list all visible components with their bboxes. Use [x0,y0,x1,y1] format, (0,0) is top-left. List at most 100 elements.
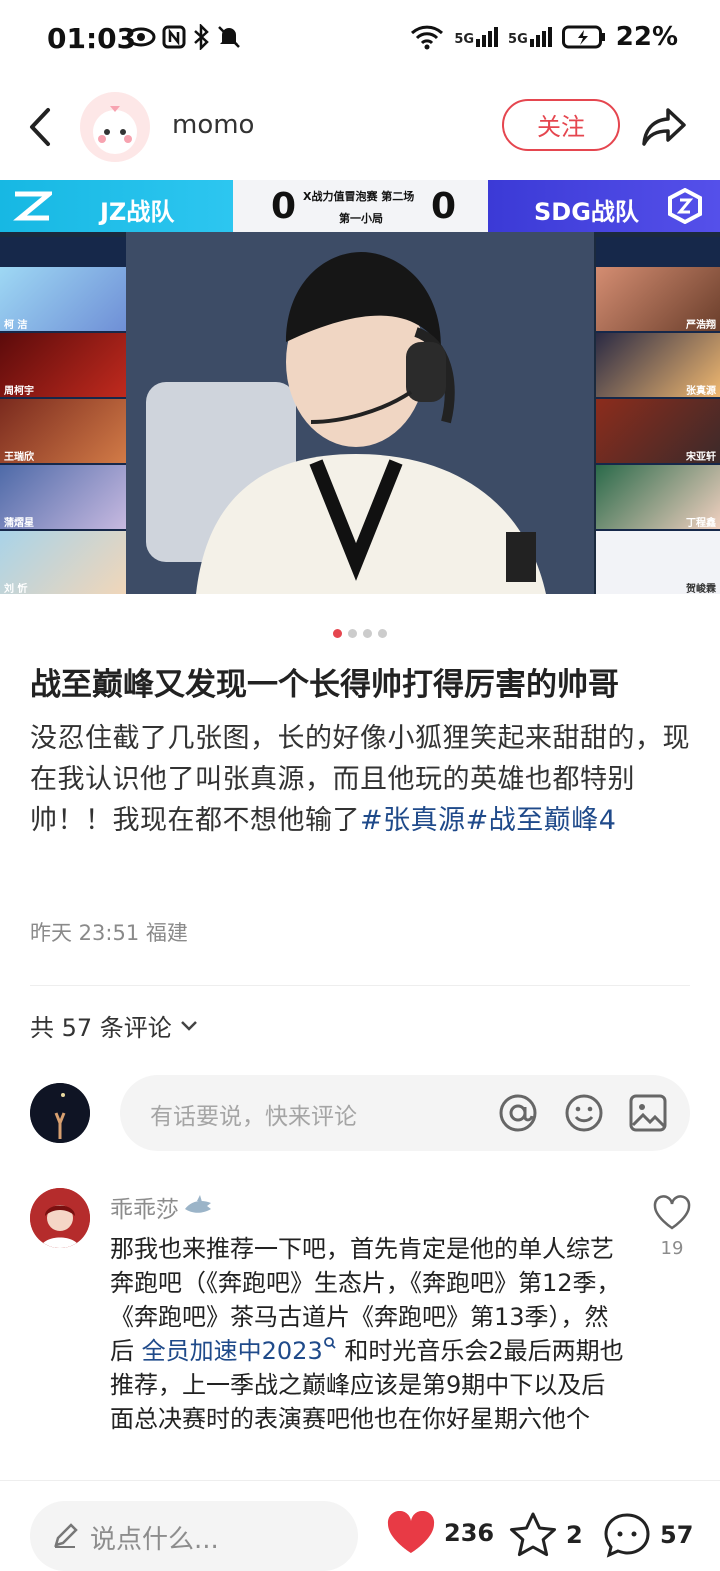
match-score-bar: JZ战队 0 X战力值冒泡赛 第二场 第一小局 0 SDG战队 [0,180,720,232]
sdg-logo-icon [668,188,702,224]
score-center: 0 X战力值冒泡赛 第二场 第一小局 0 [233,180,488,232]
player-name: 刘 忻 [4,584,28,594]
post-title: 战至巅峰又发现一个长得帅打得厉害的帅哥 [30,667,619,703]
left-team-name: JZ战队 [100,198,175,226]
share-icon[interactable] [640,104,688,150]
right-score: 0 [431,186,457,227]
comment-count-toggle[interactable]: 共 57 条评论 [30,1008,198,1043]
match-round: 第一小局 [339,212,383,225]
back-arrow-icon[interactable] [22,104,58,150]
comment-input[interactable]: 有话要说，快来评论 [120,1075,690,1151]
carousel-dot[interactable] [378,629,387,638]
player-name: 张真源 [686,386,716,397]
post-meta: 昨天 23:51 福建 [30,921,188,945]
bottom-comment-input[interactable]: 说点什么... [30,1501,358,1571]
hero-card: 王瑞欣 [0,399,126,463]
post-header: momo 关注 [0,82,720,172]
eye-icon [126,27,156,47]
player-name: 王瑞欣 [4,452,34,463]
commenter-avatar[interactable] [30,1188,90,1248]
comment-text: 那我也来推荐一下吧，首先肯定是他的单人综艺奔跑吧（《奔跑吧》生态片，《奔跑吧》第… [110,1232,626,1482]
image-icon[interactable] [628,1093,668,1133]
hero-card: 丁程鑫 [596,465,720,529]
signal-label: 5G [508,32,528,47]
signal-label: 5G [454,32,475,47]
at-mention-icon[interactable] [498,1093,538,1133]
divider [30,985,690,986]
collect-button[interactable]: 2 [508,1511,583,1559]
comment-bubble-icon [604,1513,650,1558]
comment-total: 57 [660,1521,694,1549]
emoji-icon[interactable] [564,1093,604,1133]
bottom-input-placeholder: 说点什么... [90,1525,219,1555]
collect-count: 2 [566,1521,583,1549]
hero-card: 柯 洁 [0,267,126,331]
match-title: X战力值冒泡赛 第二场 [303,190,415,203]
carousel-dot[interactable] [333,629,342,638]
status-icons-right: 5G 5G 22% [410,22,678,52]
my-avatar[interactable] [30,1083,90,1143]
heart-outline-icon[interactable] [652,1195,692,1231]
chevron-down-icon [180,1020,197,1031]
hero-card: 贺峻霖 [596,531,720,594]
author-name[interactable]: momo [172,110,254,140]
author-avatar[interactable] [80,92,150,162]
player-name: 蒲熠星 [4,518,34,529]
post-image[interactable]: JZ战队 0 X战力值冒泡赛 第二场 第一小局 0 SDG战队 柯 洁 周柯宇 … [0,180,720,594]
status-icons-left [126,24,242,50]
hashtag[interactable]: #张真源 [360,805,466,836]
wifi-icon [411,25,444,50]
post-body: 没忍住截了几张图，长的好像小狐狸笑起来甜甜的，现在我认识他了叫张真源，而且他玩的… [30,718,694,841]
follow-button[interactable]: 关注 [502,99,620,151]
hero-card: 宋亚轩 [596,399,720,463]
comment-count: 共 57 条评论 [30,1014,172,1042]
commenter-name: 乖乖莎 [110,1197,179,1223]
star-icon [510,1512,556,1557]
signal-icon: 5G [454,27,499,47]
shark-icon [185,1195,211,1213]
left-score: 0 [271,186,297,227]
comment-like-count: 19 [660,1238,684,1259]
commenter-name-row[interactable]: 乖乖莎 [110,1190,213,1224]
status-time: 01:03 [47,22,137,55]
pen-icon [54,1523,78,1548]
heart-filled-icon [387,1511,435,1553]
nfc-icon [162,25,186,49]
hero-card: 蒲熠星 [0,465,126,529]
right-hero-column: 严浩翔 张真源 宋亚轩 丁程鑫 贺峻霖 [596,237,720,594]
player-camera [126,232,594,594]
status-bar: 01:03 5G 5G 22% [0,0,720,80]
bluetooth-icon [194,24,209,50]
player-photo [126,232,594,594]
player-name: 周柯宇 [4,386,34,397]
carousel-dot[interactable] [363,629,372,638]
carousel-dots [333,629,387,638]
bottom-action-bar: 说点什么... 236 2 57 [0,1480,720,1571]
hashtag[interactable]: #战至巅峰4 [466,805,617,836]
player-name: 贺峻霖 [686,584,716,594]
left-hero-column: 柯 洁 周柯宇 王瑞欣 蒲熠星 刘 忻 [0,237,126,594]
hero-card: 张真源 [596,333,720,397]
player-name: 严浩翔 [686,320,716,331]
battery-icon [561,25,605,49]
player-name: 宋亚轩 [686,452,716,463]
comment-button[interactable]: 57 [602,1511,693,1559]
signal-icon: 5G [508,27,552,47]
search-link-icon[interactable] [323,1336,337,1350]
player-name: 柯 洁 [4,320,28,331]
right-team-name: SDG战队 [534,198,639,226]
battery-percent: 22% [615,22,678,52]
player-name: 丁程鑫 [686,518,716,529]
carousel-dot[interactable] [348,629,357,638]
hero-card: 严浩翔 [596,267,720,331]
like-count: 236 [444,1519,495,1547]
right-team-banner: SDG战队 [488,180,720,232]
jz-logo-icon [13,191,52,221]
hero-card: 刘 忻 [0,531,126,594]
left-team-banner: JZ战队 [0,180,233,232]
like-button[interactable]: 236 [386,1511,494,1555]
mute-bell-icon [218,26,240,48]
comment-input-placeholder: 有话要说，快来评论 [150,1104,357,1130]
comment-search-link[interactable]: 全员加速中2023 [142,1337,323,1365]
hero-card: 周柯宇 [0,333,126,397]
